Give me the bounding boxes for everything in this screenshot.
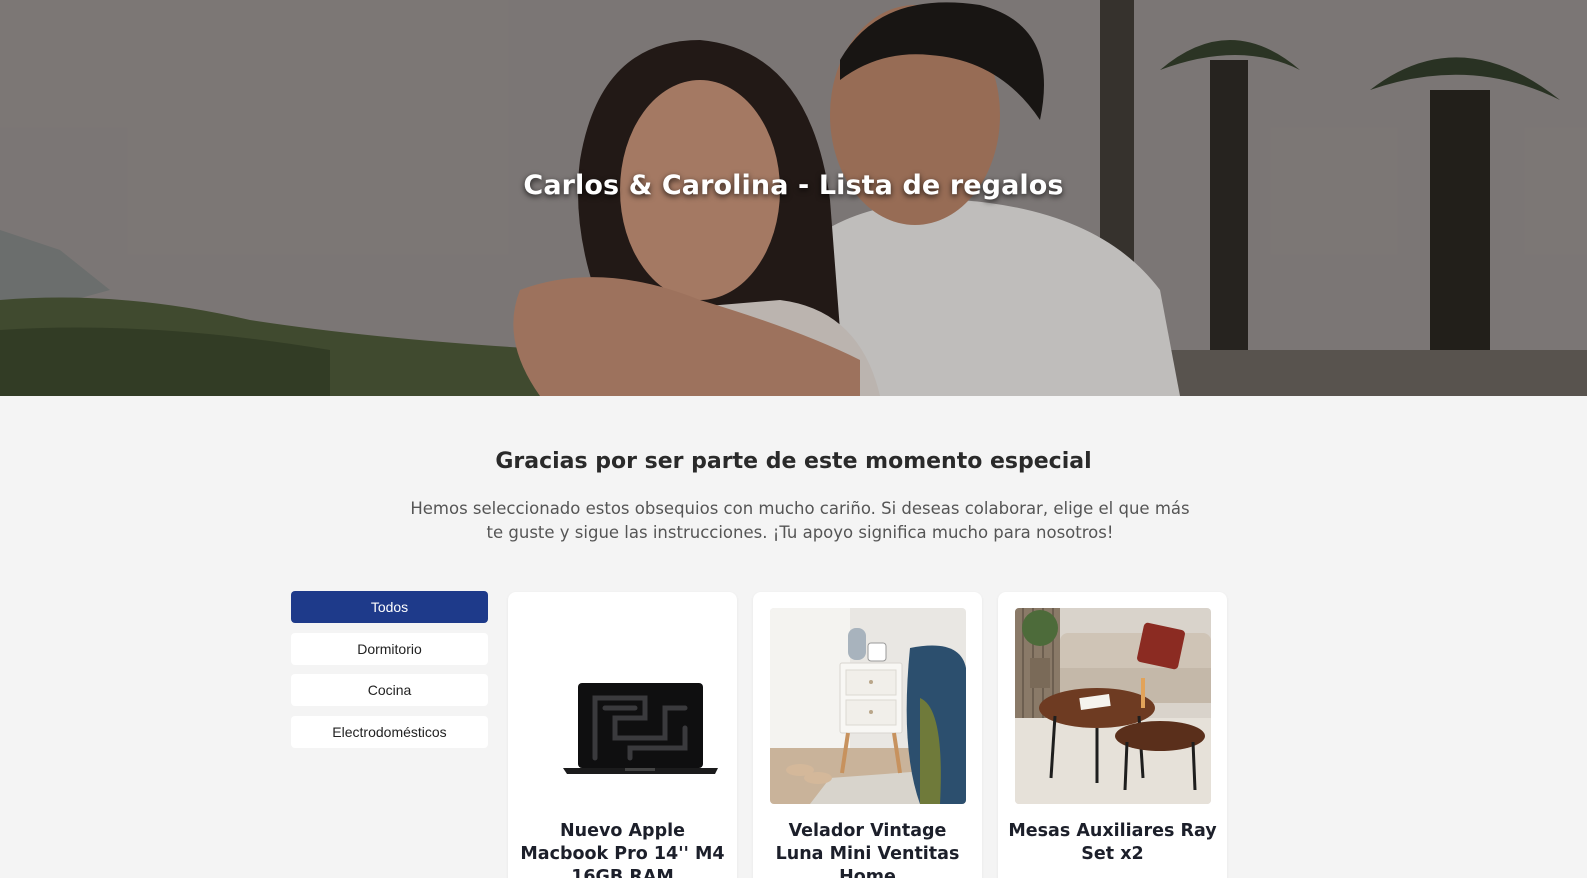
product-card[interactable]: Nuevo Apple Macbook Pro 14'' M4 16GB RAM (508, 592, 737, 878)
product-card[interactable]: Mesas Auxiliares Ray Set x2 (998, 592, 1227, 878)
product-card[interactable]: Velador Vintage Luna Mini Ventitas Home (753, 592, 982, 878)
intro-heading: Gracias por ser parte de este momento es… (495, 449, 1092, 474)
category-button-todos[interactable]: Todos (291, 591, 488, 623)
laptop-image[interactable] (525, 608, 721, 804)
category-button-electrodomesticos[interactable]: Electrodomésticos (291, 715, 488, 748)
product-name: Mesas Auxiliares Ray Set x2 (1008, 821, 1217, 864)
category-filter-list: Todos Dormitorio Cocina Electrodoméstico… (291, 591, 488, 757)
product-name: Nuevo Apple Macbook Pro 14'' M4 16GB RAM (520, 821, 725, 878)
intro-text: Hemos seleccionado estos obsequios con m… (410, 499, 1190, 542)
product-name: Velador Vintage Luna Mini Ventitas Home (775, 821, 960, 878)
nightstand-image[interactable] (770, 608, 966, 804)
category-button-dormitorio[interactable]: Dormitorio (291, 632, 488, 665)
hero-title: Carlos & Carolina - Lista de regalos (523, 170, 1064, 201)
hero-banner: Carlos & Carolina - Lista de regalos (0, 0, 1587, 396)
category-button-cocina[interactable]: Cocina (291, 674, 488, 706)
coffee-tables-image[interactable] (1015, 608, 1211, 804)
